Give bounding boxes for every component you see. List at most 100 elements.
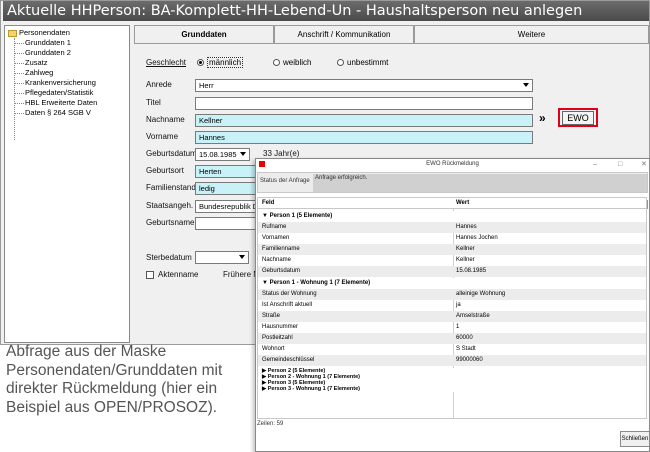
table-row: Rufname Hannes	[258, 222, 646, 233]
close-icon[interactable]: ✕	[641, 159, 647, 170]
radio-weiblich[interactable]: weiblich	[273, 58, 311, 67]
tree-connector	[14, 113, 24, 114]
tree-connector	[14, 53, 24, 54]
radio-maennlich[interactable]: männlich	[197, 57, 244, 68]
checkbox-icon	[146, 270, 154, 279]
window-title: Aktuelle HHPerson: BA-Komplett-HH-Lebend…	[3, 1, 649, 21]
cell-feld: Wohnort	[262, 346, 285, 352]
cell-feld: Rufname	[262, 224, 287, 230]
table-row: Nachname Kellner	[258, 255, 646, 266]
radio-unbestimmt-label: unbestimmt	[347, 58, 389, 67]
cell-wert: Kellner	[456, 246, 475, 252]
anrede-label: Anrede	[146, 80, 172, 89]
vorname-field[interactable]: Hannes	[195, 131, 533, 144]
tree-item-grunddaten-2[interactable]: Grunddaten 2	[25, 48, 129, 57]
geburtsdatum-field[interactable]: 15.08.1985	[195, 148, 250, 161]
cell-feld: Nachname	[262, 257, 292, 263]
sterbedatum-field[interactable]	[195, 251, 249, 264]
sterbedatum-label: Sterbedatum	[146, 253, 192, 262]
tree-item-hbl-erweiterte-daten[interactable]: HBL Erweiterte Daten	[25, 98, 129, 107]
geburtsdatum-value: 15.08.1985	[199, 150, 237, 159]
group-title: Person 3 - Wohnung 1 (7 Elemente)	[267, 386, 360, 392]
cell-wert: alleinige Wohnung	[456, 291, 506, 297]
status-label: Status der Anfrage	[260, 178, 310, 184]
tree-item-daten-264-sgb[interactable]: Daten § 264 SGB V	[25, 108, 129, 117]
geschlecht-label: Geschlecht	[146, 58, 186, 67]
result-grid: Feld Wert ▼ Person 1 (5 Elemente) Rufname…	[257, 197, 647, 419]
folder-icon	[8, 29, 17, 37]
group-row-collapsed[interactable]: ▶ Person 3 - Wohnung 1 (7 Elemente)	[258, 386, 646, 392]
nachname-label: Nachname	[146, 115, 185, 124]
aktenname-checkbox[interactable]: Aktenname	[146, 270, 198, 279]
cell-wert: 15.08.1985	[456, 268, 487, 274]
cell-feld: Ist Anschrift aktuell	[262, 302, 313, 308]
radio-weiblich-label: weiblich	[283, 58, 312, 67]
cell-feld: Status der Wohnung	[262, 291, 317, 297]
table-row: Wohnort S Stadt	[258, 344, 646, 355]
close-button[interactable]: Schließen	[620, 431, 650, 447]
maximize-icon[interactable]: □	[618, 159, 622, 170]
tree-item-grunddaten-1[interactable]: Grunddaten 1	[25, 38, 129, 47]
titel-field[interactable]	[195, 97, 533, 110]
tree-item-krankenversicherung[interactable]: Krankenversicherung	[25, 78, 129, 87]
radio-maennlich-label: männlich	[207, 57, 244, 68]
chevron-down-icon	[239, 255, 245, 259]
cell-feld: Familienname	[262, 246, 300, 252]
app-icon	[259, 161, 265, 167]
grid-header: Feld Wert	[258, 198, 646, 209]
cell-wert: Amselstraße	[456, 313, 490, 319]
radio-unbestimmt[interactable]: unbestimmt	[337, 58, 388, 67]
ewo-arrow-icon[interactable]: »	[539, 111, 546, 125]
nachname-field[interactable]: Kellner	[195, 114, 533, 127]
tab-anschrift-kommunikation[interactable]: Anschrift / Kommunikation	[274, 25, 414, 43]
row-count: Zeilen: 59	[257, 421, 284, 427]
tree-root-label: Personendaten	[19, 28, 70, 37]
geburtsname-field[interactable]	[195, 217, 257, 230]
staatsangehoerigkeit-label: Staatsangeh.	[146, 201, 194, 210]
table-row: Vornamen Hannes Jochen	[258, 233, 646, 244]
tree-connector	[14, 93, 24, 94]
fruehere-namen-label: Frühere N	[223, 270, 260, 279]
familienstand-select[interactable]: ledig	[195, 182, 257, 195]
cell-feld: Postleitzahl	[262, 335, 293, 341]
anrede-value: Herr	[199, 81, 214, 90]
cell-wert: 60000	[456, 335, 473, 341]
group-row-wohnung-1[interactable]: ▼ Person 1 - Wohnung 1 (7 Elemente)	[258, 278, 646, 289]
cell-wert: Hannes	[456, 224, 477, 230]
cell-wert: 99000060	[456, 357, 483, 363]
group-title: Person 1 - Wohnung 1 (7 Elemente)	[269, 280, 371, 286]
cell-feld: Vornamen	[262, 235, 290, 241]
navigation-tree: Personendaten Grunddaten 1 Grunddaten 2 …	[4, 25, 130, 343]
tree-connector	[14, 63, 24, 64]
col-header-wert: Wert	[456, 200, 470, 206]
tree-item-zahlweg[interactable]: Zahlweg	[25, 68, 129, 77]
tab-weitere[interactable]: Weitere	[414, 25, 649, 43]
tree-item-pflegedaten[interactable]: Pflegedaten/Statistik	[25, 88, 129, 97]
tree-item-zusatz[interactable]: Zusatz	[25, 58, 129, 67]
table-row: Gemeindeschlüssel 99000060	[258, 355, 646, 366]
table-row: Geburtsdatum 15.08.1985	[258, 266, 646, 277]
group-title: Person 1 (5 Elemente)	[269, 213, 333, 219]
chevron-down-icon	[523, 83, 529, 87]
tree-root-personendaten[interactable]: Personendaten	[8, 28, 70, 37]
chevron-down-icon	[240, 152, 246, 156]
geburtsdatum-label: Geburtsdatum	[146, 149, 197, 158]
geburtsname-label: Geburtsname	[146, 218, 195, 227]
minimize-icon[interactable]: –	[593, 159, 597, 170]
cell-wert: 1	[456, 324, 460, 330]
group-row-person-1[interactable]: ▼ Person 1 (5 Elemente)	[258, 211, 646, 222]
tree-connector	[14, 43, 24, 44]
ewo-button[interactable]: EWO	[558, 108, 598, 127]
tab-grunddaten[interactable]: Grunddaten	[134, 25, 274, 44]
cell-feld: Geburtsdatum	[262, 268, 301, 274]
anrede-select[interactable]: Herr	[195, 79, 533, 92]
table-row: Familienname Kellner	[258, 244, 646, 255]
familienstand-label: Familienstand	[146, 183, 196, 192]
cell-feld: Hausnummer	[262, 324, 299, 330]
cell-wert: Hannes Jochen	[456, 235, 498, 241]
geburtsort-field[interactable]: Herten	[195, 165, 257, 178]
staatsangehoerigkeit-select[interactable]: Bundesrepublik D	[195, 200, 257, 213]
status-value: Anfrage erfolgreich.	[313, 174, 647, 192]
vorname-label: Vorname	[146, 132, 179, 141]
caption: Abfrage aus der Maske Personendaten/Grun…	[6, 343, 223, 416]
